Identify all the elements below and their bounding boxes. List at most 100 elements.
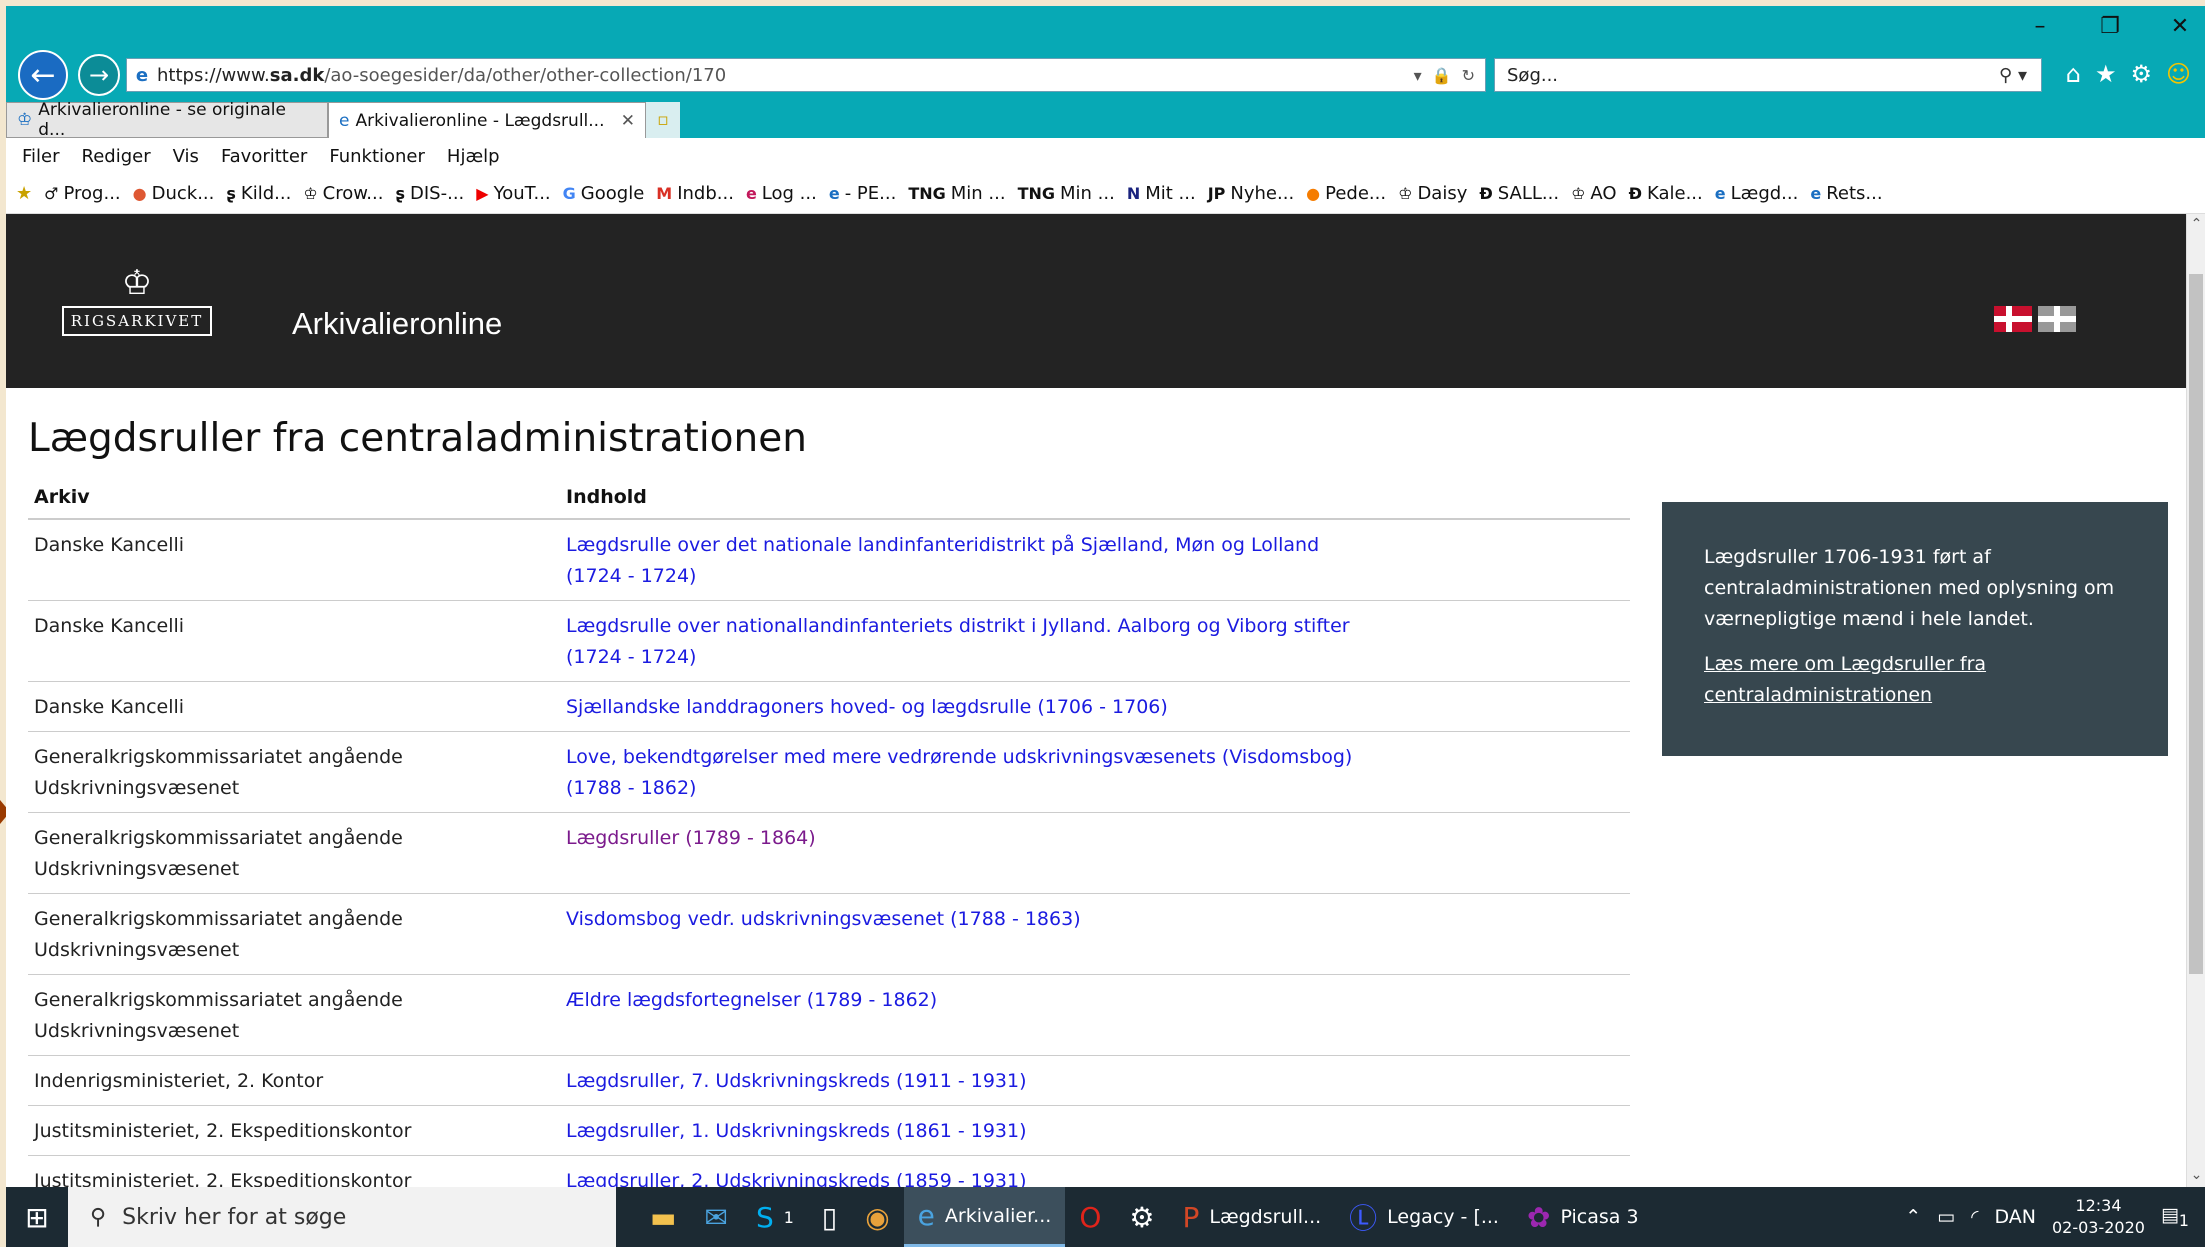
menu-item-hjaelp[interactable]: Hjælp: [447, 146, 500, 167]
clock[interactable]: 12:34 02-03-2020: [2052, 1195, 2145, 1239]
collection-link[interactable]: Ældre lægdsfortegnelser (1789 - 1862): [566, 985, 1376, 1016]
scroll-down-icon[interactable]: ⌄: [2187, 1167, 2205, 1183]
refresh-icon[interactable]: ↻: [1462, 66, 1475, 85]
wifi-icon[interactable]: ◜: [1971, 1206, 1978, 1228]
favorite-item[interactable]: e Lægd...: [1715, 183, 1799, 204]
close-icon[interactable]: ✕: [2165, 14, 2195, 39]
menu-item-favoritter[interactable]: Favoritter: [221, 146, 307, 167]
favorite-item[interactable]: N Mit ...: [1127, 183, 1196, 204]
notepad-icon[interactable]: ▯: [808, 1187, 851, 1247]
favorite-item[interactable]: Ð SALL...: [1479, 183, 1559, 204]
favorite-item[interactable]: ● Duck...: [133, 183, 215, 204]
uk-flag-icon[interactable]: [2038, 306, 2076, 332]
favorite-label: SALL...: [1497, 183, 1560, 204]
browser-search-field[interactable]: Søg... ⚲ ▾: [1494, 58, 2042, 92]
lock-icon[interactable]: 🔒: [1432, 66, 1452, 85]
bookmark-icon: ♂: [44, 184, 59, 203]
favorite-item[interactable]: G Google: [563, 183, 645, 204]
favorite-item[interactable]: ♔ Crow...: [303, 183, 383, 204]
close-tab-icon[interactable]: ✕: [621, 111, 635, 131]
collection-link[interactable]: Lægdsrulle over det nationale landinfant…: [566, 530, 1376, 592]
collection-link[interactable]: Lægdsruller, 2. Udskrivningskreds (1859 …: [566, 1166, 1376, 1187]
clock-time: 12:34: [2075, 1196, 2122, 1215]
favorite-item[interactable]: TNG Min ...: [908, 183, 1005, 204]
menu-item-funktioner[interactable]: Funktioner: [329, 146, 425, 167]
indhold-cell: Lægdsruller (1789 - 1864): [560, 812, 1630, 894]
search-icon[interactable]: ⚲ ▾: [1999, 65, 2041, 86]
new-tab-button[interactable]: ▫: [646, 102, 680, 138]
skype-icon[interactable]: S1: [742, 1187, 808, 1247]
read-more-link[interactable]: Læs mere om Lægdsruller fra centraladmin…: [1704, 649, 2126, 711]
language-indicator[interactable]: DAN: [1994, 1206, 2036, 1228]
minimize-icon[interactable]: –: [2025, 14, 2055, 39]
star-icon[interactable]: ★: [2095, 60, 2117, 88]
collection-link[interactable]: Lægdsruller, 7. Udskrivningskreds (1911 …: [566, 1066, 1376, 1097]
taskbar-app-powerpoint[interactable]: P Lægdsrull...: [1168, 1187, 1335, 1247]
scroll-up-icon[interactable]: ⌃: [2187, 216, 2205, 232]
site-title[interactable]: Arkivalieronline: [292, 306, 502, 342]
arkiv-cell: Danske Kancelli: [28, 519, 560, 601]
battery-icon[interactable]: ▭: [1937, 1206, 1955, 1228]
tab-arkivalieronline-originals[interactable]: ♔ Arkivalieronline - se originale d...: [6, 100, 328, 140]
favorite-item[interactable]: ♔ Daisy: [1398, 183, 1467, 204]
mail-icon[interactable]: ✉: [690, 1187, 741, 1247]
favorite-item[interactable]: e Rets...: [1810, 183, 1882, 204]
favorite-item[interactable]: Ð Kale...: [1629, 183, 1703, 204]
tab-label: Arkivalieronline - Lægdsrull...: [355, 110, 605, 131]
favorite-item[interactable]: ʂ Kild...: [226, 183, 291, 204]
taskbar-search-box[interactable]: ⚲ Skriv her for at søge: [68, 1187, 616, 1247]
favorite-label: DIS-...: [410, 183, 465, 204]
opera-icon[interactable]: O: [1065, 1187, 1115, 1247]
favorite-item[interactable]: e Log ...: [746, 183, 817, 204]
vertical-scrollbar[interactable]: ⌃ ⌄: [2186, 214, 2205, 1187]
favorite-label: Min ...: [950, 183, 1006, 204]
menu-item-rediger[interactable]: Rediger: [82, 146, 151, 167]
scroll-thumb[interactable]: [2189, 274, 2203, 974]
browser-search-placeholder: Søg...: [1507, 64, 1559, 86]
dropdown-icon[interactable]: ▾: [1414, 66, 1422, 85]
favorite-item[interactable]: ▶ YouT...: [476, 183, 550, 204]
address-bar[interactable]: e https://www. sa.dk/ao-soegesider/da/oth…: [126, 58, 1486, 92]
favorite-item[interactable]: TNG Min ...: [1018, 183, 1115, 204]
favorite-item[interactable]: ʂ DIS-...: [395, 183, 464, 204]
settings-icon[interactable]: ⚙: [1115, 1187, 1168, 1247]
collection-link[interactable]: Lægdsruller, 1. Udskrivningskreds (1861 …: [566, 1116, 1376, 1147]
chrome-icon[interactable]: ◉: [851, 1187, 903, 1247]
favorite-item[interactable]: JP Nyhe...: [1208, 183, 1294, 204]
collection-link[interactable]: Visdomsbog vedr. udskrivningsvæsenet (17…: [566, 904, 1376, 935]
taskbar-app-internet-explorer[interactable]: e Arkivalier...: [903, 1187, 1066, 1247]
address-url-scheme: https://www.: [157, 64, 270, 86]
favorite-item[interactable]: ♂ Prog...: [44, 183, 121, 204]
favorite-label: Indb...: [677, 183, 734, 204]
collection-link[interactable]: Sjællandske landdragoners hoved- og lægd…: [566, 692, 1376, 723]
notification-icon[interactable]: ▤1: [2161, 1204, 2189, 1230]
windows-start-icon[interactable]: ⊞: [6, 1201, 68, 1234]
chevron-up-icon[interactable]: ⌃: [1905, 1206, 1921, 1228]
restore-icon[interactable]: ❐: [2095, 14, 2125, 39]
forward-button[interactable]: →: [78, 54, 120, 96]
n-icon: N: [1126, 184, 1141, 203]
tab-laegdsruller[interactable]: e Arkivalieronline - Lægdsrull... ✕: [328, 102, 646, 138]
rigsarkivet-logo[interactable]: ♔ RIGSARKIVET: [62, 266, 212, 338]
favorite-item[interactable]: ♔ AO: [1571, 183, 1617, 204]
file-explorer-icon[interactable]: ▬: [636, 1187, 690, 1247]
favorites-star-icon[interactable]: ★: [16, 183, 32, 204]
home-icon[interactable]: ⌂: [2066, 60, 2081, 88]
smiley-icon[interactable]: ☺: [2166, 60, 2191, 88]
collection-link[interactable]: Lægdsrulle over nationallandinfanteriets…: [566, 611, 1376, 673]
favorite-item[interactable]: e- PE...: [829, 183, 896, 204]
collection-link[interactable]: Love, bekendtgørelser med mere vedrørend…: [566, 742, 1376, 804]
collection-link-visited[interactable]: Lægdsruller (1789 - 1864): [566, 823, 1376, 854]
gear-icon[interactable]: ⚙: [2130, 60, 2152, 88]
arkiv-cell: Justitsministeriet, 2. Ekspeditionskonto…: [28, 1105, 560, 1156]
danish-flag-icon[interactable]: [1994, 306, 2032, 332]
menu-item-vis[interactable]: Vis: [173, 146, 199, 167]
taskbar-app-legacy[interactable]: Ⓛ Legacy - [...: [1335, 1187, 1513, 1247]
taskbar-app-picasa[interactable]: ✿ Picasa 3: [1513, 1187, 1653, 1247]
gmail-icon: M: [656, 184, 673, 203]
taskbar-apps: ▬ ✉ S1 ▯ ◉ e Arkivalier... O ⚙ P Lægdsru…: [636, 1187, 1653, 1247]
favorite-item[interactable]: M Indb...: [656, 183, 734, 204]
favorite-item[interactable]: ● Pede...: [1306, 183, 1386, 204]
back-button[interactable]: ←: [18, 50, 68, 100]
menu-item-filer[interactable]: Filer: [22, 146, 60, 167]
